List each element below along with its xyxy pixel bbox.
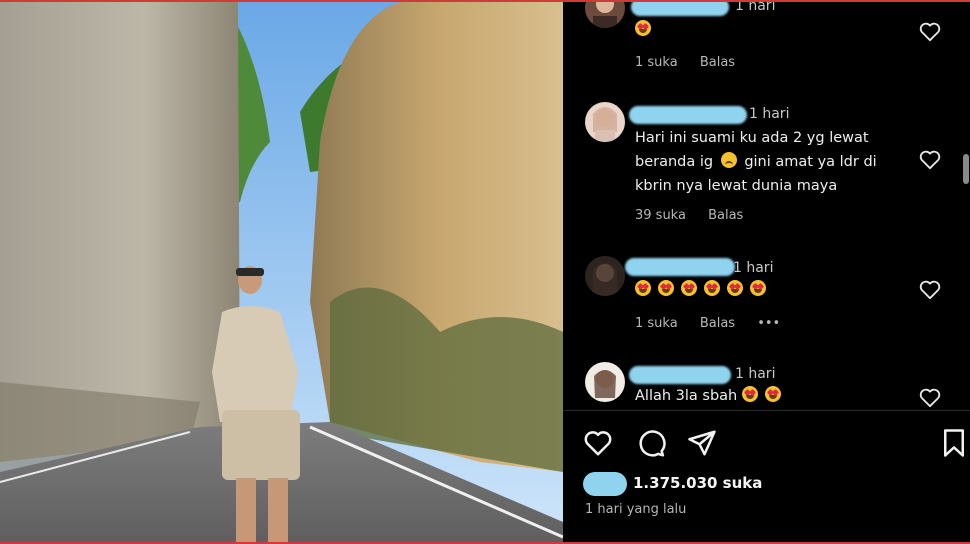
likes-count[interactable]: 1.375.030 suka — [633, 474, 762, 492]
avatar[interactable] — [585, 362, 625, 402]
panel-divider — [563, 410, 970, 411]
post-actions — [563, 428, 970, 462]
comment-meta: 1 suka Balas ••• — [635, 316, 798, 331]
screenshot-frame: 1 hari 1 suka Balas 1 hari Hari ini suam… — [0, 0, 970, 544]
reply-button[interactable]: Balas — [708, 208, 743, 223]
avatar[interactable] — [585, 256, 625, 296]
more-options-button[interactable]: ••• — [757, 316, 780, 331]
heart-eyes-emoji — [635, 20, 651, 36]
comment-time: 1 hari — [749, 106, 790, 122]
heart-eyes-emoji — [635, 280, 651, 296]
comment-meta: 39 suka Balas — [635, 208, 761, 223]
comment-panel: 1 hari 1 suka Balas 1 hari Hari ini suam… — [563, 2, 970, 542]
username-redacted — [625, 258, 735, 276]
comments-scrollbar[interactable] — [963, 154, 969, 184]
like-comment-icon[interactable] — [919, 150, 941, 170]
reply-button[interactable]: Balas — [700, 55, 735, 70]
comment-list: 1 hari 1 suka Balas 1 hari Hari ini suam… — [563, 2, 970, 410]
comment-likes[interactable]: 1 suka — [635, 55, 678, 70]
comment-text-line: Hari ini suami ku ada 2 yg lewat — [635, 130, 869, 146]
liker-avatars-redacted — [583, 472, 627, 496]
avatar[interactable] — [585, 2, 625, 28]
comment-likes[interactable]: 1 suka — [635, 316, 678, 331]
heart-eyes-emoji — [681, 280, 697, 296]
sad-emoji — [720, 152, 737, 168]
photo-canvas — [0, 2, 563, 542]
comment-text-line: beranda ig gini amat ya ldr di — [635, 150, 877, 174]
comment-time: 1 hari — [735, 366, 776, 382]
heart-eyes-emoji — [764, 386, 781, 402]
heart-eyes-emoji — [658, 280, 674, 296]
like-comment-icon[interactable] — [919, 388, 941, 408]
heart-eyes-emoji — [727, 280, 743, 296]
comment-text-line: kbrin nya lewat dunia maya — [635, 178, 838, 194]
heart-eyes-emoji — [750, 280, 766, 296]
bookmark-icon[interactable] — [939, 428, 969, 458]
comment-likes[interactable]: 39 suka — [635, 208, 686, 223]
comment-text-part: gini amat ya ldr di — [744, 154, 877, 170]
share-icon[interactable] — [687, 428, 717, 458]
username-redacted — [629, 106, 747, 124]
like-comment-icon[interactable] — [919, 280, 941, 300]
heart-icon[interactable] — [583, 428, 613, 458]
comment-text — [635, 18, 658, 42]
comment-time: 1 hari — [735, 2, 776, 14]
like-comment-icon[interactable] — [919, 22, 941, 42]
comment-icon[interactable] — [636, 428, 666, 458]
post-timestamp: 1 hari yang lalu — [585, 502, 687, 517]
reply-button[interactable]: Balas — [700, 316, 735, 331]
comment-text — [635, 278, 773, 302]
comment-text-part: Allah 3la sbah — [635, 388, 738, 404]
username-redacted — [629, 366, 731, 384]
comment-text-part: beranda ig — [635, 154, 714, 170]
comment-text: Allah 3la sbah — [635, 384, 788, 408]
comment-text: Hari ini suami ku ada 2 yg lewat beranda… — [635, 126, 877, 198]
heart-eyes-emoji — [704, 280, 720, 296]
comment-meta: 1 suka Balas — [635, 55, 753, 70]
avatar[interactable] — [585, 102, 625, 142]
comment-time: 1 hari — [733, 260, 774, 276]
post-photo — [0, 2, 563, 542]
username-redacted — [631, 2, 729, 16]
heart-eyes-emoji — [741, 386, 758, 402]
